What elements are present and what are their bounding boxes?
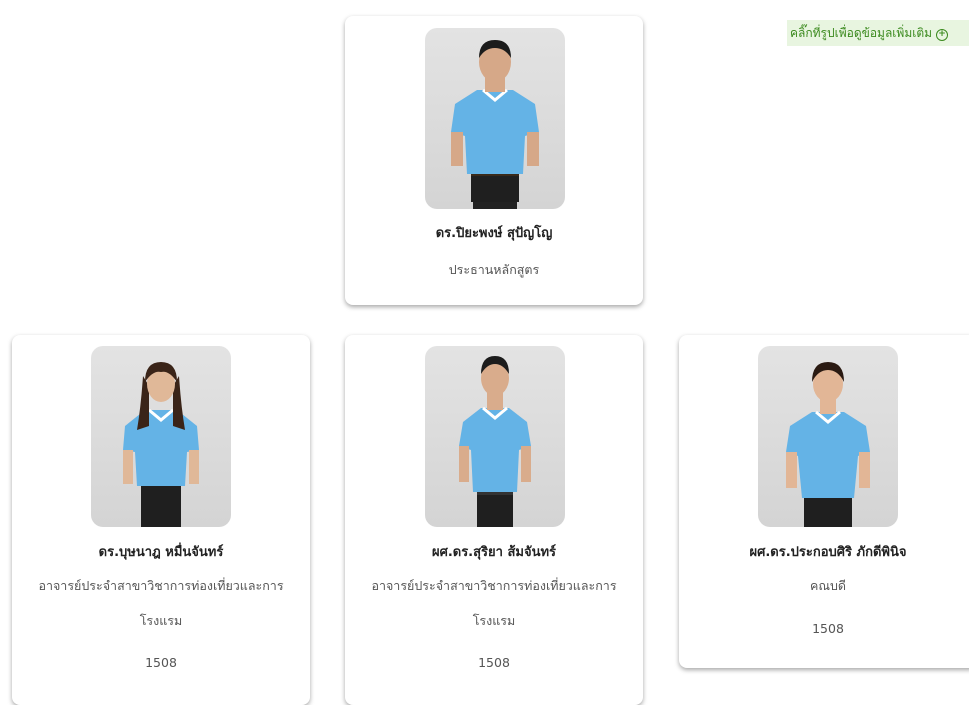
person-role: คณบดี: [809, 578, 846, 593]
person-room: 1508: [478, 655, 510, 670]
person-portrait-icon: [459, 356, 531, 527]
person-photo[interactable]: [425, 346, 565, 527]
person-role-line-1: อาจารย์ประจำสาขาวิชาการท่องเที่ยวและการ: [371, 578, 617, 593]
person-portrait-icon: [451, 40, 539, 209]
person-name: ผศ.ดร.ประกอบศิริ ภักดีพินิจ: [749, 545, 907, 560]
person-card[interactable]: ดร.บุษนาฎ หมื่นจันทร์ อาจารย์ประจำสาขาวิ…: [12, 335, 310, 705]
person-photo[interactable]: [758, 346, 898, 527]
person-name: ดร.ปิยะพงษ์ สุปัญโญ: [435, 226, 553, 241]
person-role-line-2: โรงแรม: [472, 613, 516, 628]
plus-circle-icon: +: [936, 29, 949, 41]
person-room: 1508: [145, 655, 177, 670]
person-photo[interactable]: [91, 346, 231, 527]
person-card[interactable]: ผศ.ดร.สุริยา ส้มจันทร์ อาจารย์ประจำสาขาว…: [345, 335, 643, 705]
click-hint: คลิ๊กที่รูปเพื่อดูข้อมูลเพิ่มเติม +: [787, 20, 969, 46]
person-role-line-2: โรงแรม: [139, 613, 183, 628]
person-name: ดร.บุษนาฎ หมื่นจันทร์: [98, 545, 224, 560]
person-portrait-icon: [786, 362, 870, 527]
person-card-chair[interactable]: ดร.ปิยะพงษ์ สุปัญโญ ประธานหลักสูตร: [345, 16, 643, 305]
person-name: ผศ.ดร.สุริยา ส้มจันทร์: [431, 545, 557, 560]
person-portrait-icon: [123, 362, 199, 527]
click-hint-text: คลิ๊กที่รูปเพื่อดูข้อมูลเพิ่มเติม: [790, 26, 933, 40]
person-card[interactable]: ผศ.ดร.ประกอบศิริ ภักดีพินิจ คณบดี 1508: [679, 335, 969, 668]
person-photo[interactable]: [425, 28, 565, 209]
person-role: ประธานหลักสูตร: [448, 262, 540, 277]
person-role-line-1: อาจารย์ประจำสาขาวิชาการท่องเที่ยวและการ: [38, 578, 284, 593]
person-room: 1508: [812, 621, 844, 636]
